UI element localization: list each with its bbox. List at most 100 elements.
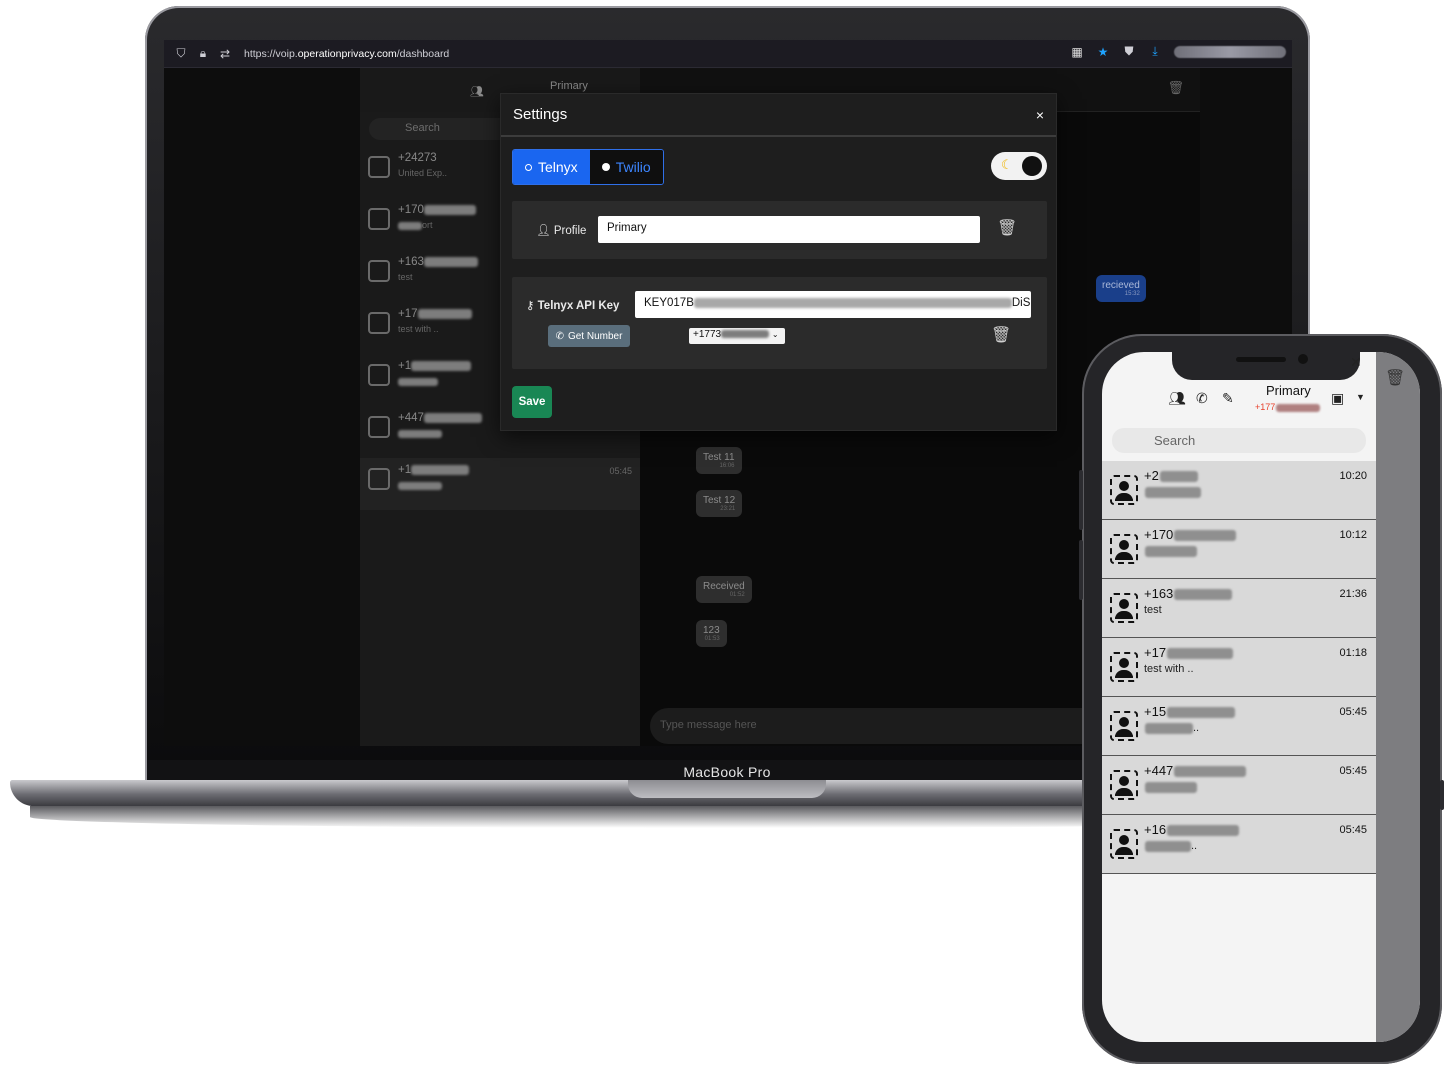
contact-number: +17 xyxy=(1144,645,1234,660)
chevron-down-icon[interactable]: ▼ xyxy=(1356,392,1365,402)
url-text[interactable]: https://voip.operationprivacy.com/dashbo… xyxy=(244,48,449,60)
search-input[interactable]: Search xyxy=(1112,428,1366,453)
contact-time: 01:18 xyxy=(1339,647,1367,659)
contact-number: +447 xyxy=(398,412,482,424)
edit-icon[interactable]: ✎ xyxy=(1222,390,1234,407)
avatar xyxy=(1110,711,1138,741)
contact-number: +170 xyxy=(398,204,476,216)
contact-time: 10:20 xyxy=(1339,470,1367,482)
list-item[interactable]: +170 10:12 xyxy=(1102,520,1376,579)
contact-number: +163 xyxy=(398,256,478,268)
contact-number: +170 xyxy=(1144,527,1237,542)
trash-icon[interactable]: 🗑︎ xyxy=(1167,80,1184,96)
contact-number: +2 xyxy=(1144,468,1198,483)
laptop-notch xyxy=(628,780,826,798)
api-key-input[interactable]: KEY017B DiS xyxy=(635,291,1031,318)
user-icon: 👤︎ xyxy=(536,225,551,237)
contact-time: 05:45 xyxy=(1339,765,1367,777)
contact-subtitle: ort xyxy=(398,220,433,230)
contact-subtitle xyxy=(398,376,438,386)
trash-icon[interactable]: 🗑︎ xyxy=(991,325,1011,345)
profile-switch-icon[interactable]: ▣ xyxy=(1331,390,1344,407)
pocket-icon[interactable]: ⛊ xyxy=(1122,44,1136,59)
contact-subtitle xyxy=(398,480,442,490)
contact-number: +1 xyxy=(398,360,472,372)
star-icon[interactable]: ★ xyxy=(1096,45,1110,59)
contacts-icon[interactable]: 👥︎ xyxy=(1168,390,1186,407)
avatar xyxy=(1110,534,1138,564)
avatar xyxy=(368,364,390,386)
contact-number: +163 xyxy=(1144,586,1233,601)
contact-subtitle: test with .. xyxy=(398,324,439,334)
phone-right-panel xyxy=(1376,352,1420,1042)
contact-subtitle: test xyxy=(1144,604,1162,616)
list-item[interactable]: +163 test 21:36 xyxy=(1102,579,1376,638)
provider-tabs: Telnyx Twilio xyxy=(512,149,664,185)
contact-subtitle: .. xyxy=(1144,722,1199,734)
contact-number: +17 xyxy=(398,308,472,320)
phone-icon: ✆ xyxy=(555,330,564,342)
avatar xyxy=(368,416,390,438)
list-item[interactable]: +447 05:45 xyxy=(1102,756,1376,815)
list-item[interactable]: +16 .. 05:45 xyxy=(1102,815,1376,874)
button-label: Get Number xyxy=(567,330,623,342)
tab-label: Twilio xyxy=(615,159,651,175)
tab-twilio[interactable]: Twilio xyxy=(589,150,663,184)
avatar xyxy=(368,208,390,230)
lock-icon[interactable]: 🔒︎ xyxy=(196,46,210,61)
phone-header: 👥︎ ✆ ✎ Primary +177 ▣ ▼ xyxy=(1102,352,1376,428)
shield-icon[interactable]: ⛉ xyxy=(174,46,188,61)
scene: ⛉ 🔒︎ ⇄ https://voip.operationprivacy.com… xyxy=(0,0,1447,1066)
permissions-icon[interactable]: ⇄ xyxy=(218,47,232,61)
device-label: MacBook Pro xyxy=(683,764,771,780)
contact-number: +24273 xyxy=(398,152,437,164)
browser-address-bar[interactable]: ⛉ 🔒︎ ⇄ https://voip.operationprivacy.com… xyxy=(164,40,1292,68)
phone-side-button xyxy=(1440,780,1444,810)
api-key-panel: ⚷ Telnyx API Key KEY017B DiS ✆ Get Number… xyxy=(512,277,1047,369)
tab-telnyx[interactable]: Telnyx xyxy=(513,150,590,184)
phone-volume-button xyxy=(1079,470,1083,530)
toggle-knob xyxy=(1022,156,1042,176)
settings-modal: Settings × Telnyx Twilio ☾ 👤︎ Profile Pr… xyxy=(500,93,1057,431)
account-avatar[interactable] xyxy=(1174,45,1286,58)
trash-icon[interactable]: 🗑︎ xyxy=(1385,368,1405,388)
avatar xyxy=(368,156,390,178)
trash-icon[interactable]: 🗑︎ xyxy=(997,218,1017,238)
get-number-button[interactable]: ✆ Get Number xyxy=(548,325,630,347)
download-icon[interactable]: ⤓ xyxy=(1148,44,1162,59)
modal-header: Settings × xyxy=(501,94,1056,137)
list-item[interactable]: +15 .. 05:45 xyxy=(1102,697,1376,756)
contacts-icon[interactable]: 👥︎ xyxy=(470,85,484,98)
chevron-down-icon: ⌄ xyxy=(771,330,779,339)
profile-name-input[interactable]: Primary xyxy=(598,216,980,243)
contact-subtitle xyxy=(1144,781,1197,793)
phone-volume-button xyxy=(1079,540,1083,600)
avatar xyxy=(1110,652,1138,682)
message-bubble: Test 12 23:21 xyxy=(696,490,743,517)
avatar xyxy=(368,312,390,334)
contact-time: 05:45 xyxy=(609,466,632,476)
moon-icon: ☾ xyxy=(1001,157,1013,172)
contact-number: +15 xyxy=(1144,704,1236,719)
phone-icon[interactable]: ✆ xyxy=(1196,390,1208,407)
contact-subtitle xyxy=(1144,486,1201,498)
list-item[interactable]: +2 10:20 xyxy=(1102,461,1376,520)
contact-subtitle xyxy=(1144,545,1197,557)
avatar xyxy=(1110,770,1138,800)
save-button[interactable]: Save xyxy=(512,386,552,418)
contact-subtitle: .. xyxy=(1144,840,1197,852)
avatar xyxy=(368,468,390,490)
tab-label: Telnyx xyxy=(538,159,578,175)
theme-toggle[interactable]: ☾ xyxy=(991,152,1047,180)
list-item[interactable]: +1 05:45 xyxy=(360,458,640,510)
profile-name[interactable]: Primary xyxy=(1266,383,1311,398)
qr-icon[interactable]: ▦ xyxy=(1070,45,1084,59)
close-icon[interactable]: × xyxy=(1036,107,1044,123)
contact-subtitle: United Exp.. xyxy=(398,168,448,178)
number-select[interactable]: +1773 ⌄ xyxy=(689,328,785,344)
list-item[interactable]: +17 test with .. 01:18 xyxy=(1102,638,1376,697)
contact-number: +16 xyxy=(1144,822,1240,837)
radio-icon xyxy=(525,163,532,171)
profile-name[interactable]: Primary xyxy=(550,80,588,92)
message-bubble: Received 01:52 xyxy=(696,576,752,603)
